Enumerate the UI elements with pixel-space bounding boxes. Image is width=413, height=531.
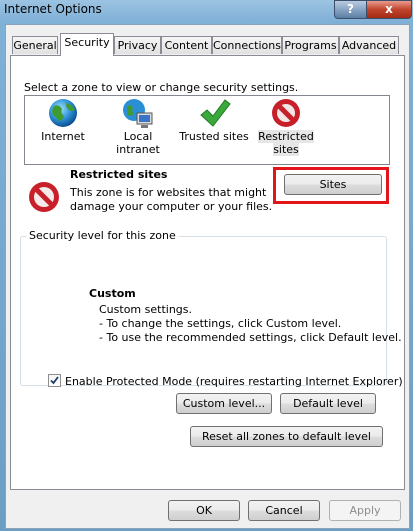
zone-label: Internet	[41, 130, 85, 143]
cancel-button[interactable]: Cancel	[248, 500, 320, 521]
zone-label: Restricted sites	[258, 130, 314, 156]
protected-mode-label: Enable Protected Mode (requires restarti…	[65, 375, 403, 388]
tab-general[interactable]: General	[12, 36, 58, 54]
security-level-title: Custom	[89, 287, 136, 300]
zone-info-title: Restricted sites	[70, 168, 168, 181]
zone-trusted-sites[interactable]: Trusted sites	[179, 96, 249, 143]
zone-label: Trusted sites	[179, 130, 249, 143]
title-bar[interactable]: Internet Options ? x	[0, 0, 413, 20]
help-button[interactable]: ?	[334, 0, 367, 19]
zone-restricted-sites[interactable]: Restricted sites	[257, 96, 315, 156]
reset-all-zones-button[interactable]: Reset all zones to default level	[190, 426, 383, 447]
zone-info-description-line1: This zone is for websites that might	[70, 186, 267, 199]
tab-advanced[interactable]: Advanced	[339, 36, 399, 54]
tab-privacy[interactable]: Privacy	[114, 36, 161, 54]
zone-label: Local intranet	[116, 130, 160, 156]
default-level-button[interactable]: Default level	[280, 393, 376, 414]
zone-list: Internet Local intranet Trusted sites Re…	[24, 95, 390, 165]
security-level-line: - To use the recommended settings, click…	[99, 331, 402, 344]
intranet-icon	[123, 99, 153, 128]
zone-prompt: Select a zone to view or change security…	[24, 81, 299, 94]
security-level-line: Custom settings.	[99, 303, 193, 316]
custom-level-button[interactable]: Custom level...	[176, 393, 272, 414]
zone-internet[interactable]: Internet	[37, 96, 89, 143]
zone-local-intranet[interactable]: Local intranet	[102, 96, 174, 156]
tab-content[interactable]: Content	[161, 36, 212, 54]
globe-icon	[49, 99, 77, 127]
internet-options-window: Internet Options ? x General Security Pr…	[0, 0, 413, 531]
tab-strip: General Security Privacy Content Connect…	[10, 33, 406, 56]
protected-mode-checkbox[interactable]	[48, 374, 61, 387]
apply-button[interactable]: Apply	[329, 500, 401, 521]
tab-security[interactable]: Security	[60, 33, 114, 56]
tab-connections[interactable]: Connections	[212, 36, 282, 54]
checkmark-icon	[200, 99, 231, 127]
security-level-line: - To change the settings, click Custom l…	[99, 317, 342, 330]
zone-info-description-line2: damage your computer or your files.	[70, 200, 273, 213]
ok-button[interactable]: OK	[168, 500, 240, 521]
security-level-group	[20, 236, 387, 386]
restricted-icon	[272, 99, 300, 127]
tab-programs[interactable]: Programs	[282, 36, 339, 54]
checkmark-icon	[50, 376, 59, 385]
sites-button[interactable]: Sites	[284, 174, 382, 195]
restricted-icon	[29, 182, 59, 212]
security-level-group-label: Security level for this zone	[26, 229, 179, 242]
window-title: Internet Options	[4, 2, 102, 16]
close-button[interactable]: x	[366, 0, 412, 19]
